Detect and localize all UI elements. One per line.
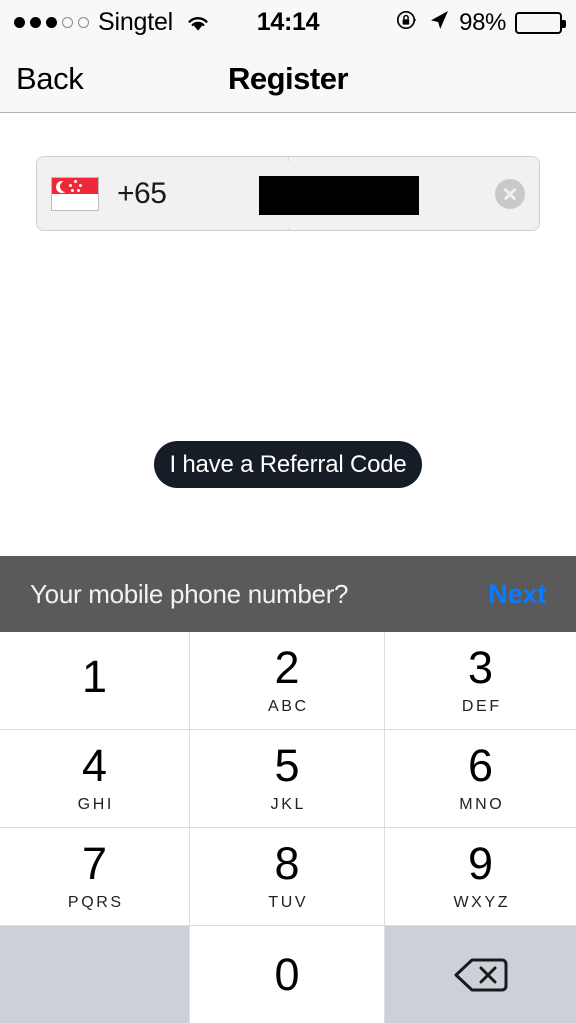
keypad-grid: 1 2 ABC 3 DEF 4 GHI 5 JKL 6 MNO 7 PQRS 8… [0,632,576,1024]
battery-percentage: 98% [459,8,506,36]
key-digit: 7 [81,838,108,889]
content-area: +65 I have a Referral Code [0,113,576,556]
delete-backspace-icon [453,956,509,994]
key-digit: 5 [274,740,300,791]
key-letters: ABC [267,698,309,715]
key-digit: 8 [274,838,300,889]
key-letters: DEF [461,698,502,715]
phone-number-redaction [259,176,419,215]
key-letters: PQRS [67,894,124,911]
clear-circle-icon[interactable] [495,178,525,209]
key-2[interactable]: 2 ABC [190,632,385,730]
key-3[interactable]: 3 DEF [385,632,576,730]
key-1[interactable]: 1 [0,632,190,730]
key-letters: WXYZ [453,894,511,911]
key-letters: MNO [459,796,505,813]
rotation-lock-icon [395,8,419,37]
page-title: Register [227,60,349,96]
key-digit: 9 [467,838,494,889]
navigation-bar: Back Register [0,45,576,113]
phone-number-field[interactable]: +65 [36,156,540,231]
referral-code-button[interactable]: I have a Referral Code [154,441,422,488]
country-code-label[interactable]: +65 [117,177,167,211]
key-digit: 6 [467,740,494,791]
key-9[interactable]: 9 WXYZ [385,828,576,926]
status-bar: Singtel 14:14 98% [0,0,576,45]
numeric-keyboard: Your mobile phone number? Next 1 2 ABC 3… [0,556,576,1024]
key-5[interactable]: 5 JKL [190,730,385,828]
key-blank-left [0,926,190,1024]
key-digit: 2 [274,642,300,693]
location-arrow-icon [428,9,450,36]
phone-screen: Singtel 14:14 98% Back Register +65 I ha… [0,0,576,1024]
key-letters: JKL [270,796,306,813]
keyboard-accessory-bar: Your mobile phone number? Next [0,556,576,632]
key-digit: 3 [467,642,494,693]
key-letters: TUV [268,894,309,911]
key-letters: GHI [77,796,114,813]
key-digit: 4 [81,740,108,791]
keyboard-prompt-label: Your mobile phone number? [30,578,349,609]
key-digit: 0 [274,949,300,1000]
key-7[interactable]: 7 PQRS [0,828,190,926]
key-0[interactable]: 0 [190,926,385,1024]
key-6[interactable]: 6 MNO [385,730,576,828]
next-button[interactable]: Next [488,579,546,610]
key-8[interactable]: 8 TUV [190,828,385,926]
battery-icon [515,11,566,34]
status-bar-right: 98% [395,8,566,37]
key-4[interactable]: 4 GHI [0,730,190,828]
singapore-flag-icon[interactable] [51,176,99,211]
key-delete[interactable] [385,926,576,1024]
key-digit: 1 [81,651,108,702]
